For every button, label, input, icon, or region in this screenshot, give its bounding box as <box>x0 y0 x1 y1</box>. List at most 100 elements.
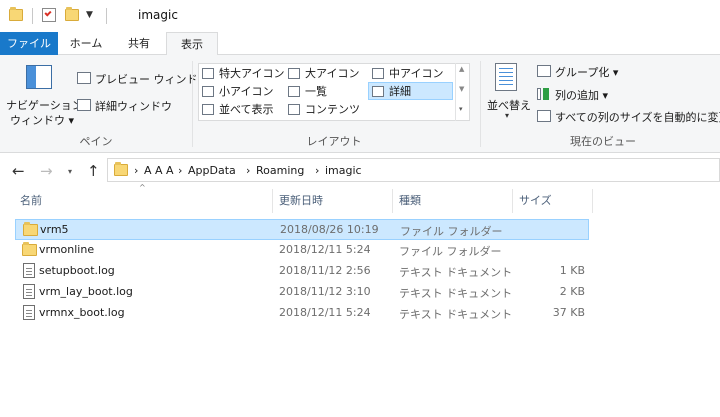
navigation-pane-label-sub[interactable]: ウィンドウ ▾ <box>10 112 74 128</box>
column-header-date[interactable]: 更新日時 <box>279 189 323 213</box>
breadcrumb-separator[interactable]: › <box>315 164 319 177</box>
file-name: vrmonline <box>39 243 95 256</box>
column-divider[interactable] <box>592 189 593 213</box>
text-document-icon <box>23 263 35 278</box>
window-title: imagic <box>138 8 178 22</box>
list-item[interactable]: setupboot.log 2018/11/12 2:56 テキスト ドキュメン… <box>15 261 589 282</box>
tab-share[interactable]: 共有 <box>114 32 164 55</box>
column-header-size[interactable]: サイズ <box>519 189 552 213</box>
autosize-columns-icon <box>537 110 551 122</box>
large-icons-icon <box>288 68 300 79</box>
breadcrumb-user[interactable]: A A A <box>144 164 174 177</box>
folder-icon <box>23 222 38 236</box>
content-icon <box>288 104 300 115</box>
column-divider[interactable] <box>392 189 393 213</box>
text-document-icon <box>23 305 35 320</box>
file-type: ファイル フォルダー <box>399 245 502 258</box>
sort-by-dropdown-icon[interactable]: ▾ <box>505 111 509 120</box>
current-view-group-label: 現在のビュー <box>570 135 636 148</box>
layout-content[interactable]: コンテンツ <box>288 101 360 119</box>
file-type: ファイル フォルダー <box>400 225 503 238</box>
address-folder-icon <box>114 162 128 176</box>
new-folder-icon[interactable] <box>65 7 79 21</box>
title-separator <box>106 8 107 24</box>
preview-pane-icon <box>77 72 91 84</box>
file-size: 2 KB <box>559 285 585 298</box>
list-icon <box>288 86 300 97</box>
properties-icon[interactable] <box>42 8 56 22</box>
group-separator <box>480 61 481 147</box>
forward-arrow-icon[interactable]: → <box>40 162 53 180</box>
folder-icon <box>9 7 23 21</box>
file-name: vrm_lay_boot.log <box>39 285 133 298</box>
gallery-more-icon[interactable]: ▾ <box>459 105 463 113</box>
file-date: 2018/12/11 5:24 <box>279 243 371 256</box>
details-pane-button[interactable]: 詳細ウィンドウ <box>95 98 172 114</box>
group-by-icon <box>537 65 551 77</box>
add-column-icon <box>537 88 551 100</box>
layout-tiles[interactable]: 並べて表示 <box>202 101 274 119</box>
list-item[interactable]: vrmonline 2018/12/11 5:24 ファイル フォルダー <box>15 240 589 261</box>
breadcrumb-separator[interactable]: › <box>178 164 182 177</box>
layout-group-label: レイアウト <box>306 135 362 148</box>
breadcrumb-separator[interactable]: › <box>246 164 250 177</box>
extra-large-icons-icon <box>202 68 214 79</box>
breadcrumb-roaming[interactable]: Roaming <box>256 164 304 177</box>
navigation-pane-label[interactable]: ナビゲーション <box>6 97 83 113</box>
tab-file[interactable]: ファイル <box>0 32 58 55</box>
group-separator <box>192 61 193 147</box>
up-arrow-icon[interactable]: ↑ <box>87 162 100 180</box>
layout-small-icons[interactable]: 小アイコン <box>202 83 273 101</box>
file-date: 2018/12/11 5:24 <box>279 306 371 319</box>
breadcrumb-appdata[interactable]: AppData <box>188 164 236 177</box>
layout-list[interactable]: 一覧 <box>288 83 327 101</box>
column-divider[interactable] <box>512 189 513 213</box>
tab-home[interactable]: ホーム <box>58 32 114 55</box>
file-date: 2018/11/12 3:10 <box>279 285 371 298</box>
breadcrumb-imagic[interactable]: imagic <box>325 164 362 177</box>
navigation-pane-icon[interactable] <box>26 65 52 89</box>
address-bar[interactable]: › A A A › AppData › Roaming › imagic <box>107 158 720 182</box>
title-bar: ▼ imagic <box>0 0 720 32</box>
text-document-icon <box>23 284 35 299</box>
gallery-up-icon[interactable]: ▲ <box>459 65 464 73</box>
ribbon-tabs: ファイル ホーム 共有 表示 <box>0 32 720 56</box>
small-icons-icon <box>202 86 214 97</box>
column-header-name[interactable]: 名前 <box>20 189 42 213</box>
file-name: vrmnx_boot.log <box>39 306 125 319</box>
layout-large-icons[interactable]: 大アイコン <box>288 65 359 83</box>
layout-medium-icons[interactable]: 中アイコン <box>372 65 443 83</box>
group-by-button[interactable]: グループ化 ▾ <box>555 64 618 80</box>
tab-view[interactable]: 表示 <box>166 32 218 56</box>
column-header-type[interactable]: 種類 <box>399 189 421 213</box>
layout-gallery-scroll: ▲ ▼ ▾ <box>455 63 470 121</box>
sort-ascending-icon: ^ <box>139 183 146 192</box>
gallery-down-icon[interactable]: ▼ <box>459 85 464 93</box>
tiles-icon <box>202 104 214 115</box>
file-type: テキスト ドキュメント <box>399 308 513 321</box>
column-divider[interactable] <box>272 189 273 213</box>
medium-icons-icon <box>372 68 384 79</box>
breadcrumb-separator[interactable]: › <box>134 164 138 177</box>
add-column-button[interactable]: 列の追加 ▾ <box>555 87 608 103</box>
file-size: 1 KB <box>559 264 585 277</box>
file-date: 2018/11/12 2:56 <box>279 264 371 277</box>
file-date: 2018/08/26 10:19 <box>280 223 379 236</box>
file-name: setupboot.log <box>39 264 115 277</box>
list-item[interactable]: vrm5 2018/08/26 10:19 ファイル フォルダー <box>15 219 589 240</box>
file-name: vrm5 <box>40 223 69 236</box>
layout-details[interactable]: 詳細 <box>368 82 453 100</box>
layout-gallery: 特大アイコン 大アイコン 中アイコン 小アイコン 一覧 詳細 並べて表示 コンテ… <box>198 63 470 121</box>
panes-group-label: ペイン <box>79 135 113 148</box>
file-type: テキスト ドキュメント <box>399 266 513 279</box>
customize-quick-access-icon[interactable]: ▼ <box>86 10 93 20</box>
details-icon <box>372 86 384 97</box>
recent-locations-icon[interactable]: ▾ <box>68 167 72 176</box>
list-item[interactable]: vrm_lay_boot.log 2018/11/12 3:10 テキスト ドキ… <box>15 282 589 303</box>
layout-extra-large-icons[interactable]: 特大アイコン <box>202 65 284 83</box>
list-item[interactable]: vrmnx_boot.log 2018/12/11 5:24 テキスト ドキュメ… <box>15 303 589 324</box>
sort-by-icon[interactable] <box>495 63 517 91</box>
back-arrow-icon[interactable]: ← <box>12 162 25 180</box>
autosize-columns-button[interactable]: すべての列のサイズを自動的に変更 <box>555 109 720 125</box>
file-type: テキスト ドキュメント <box>399 287 513 300</box>
